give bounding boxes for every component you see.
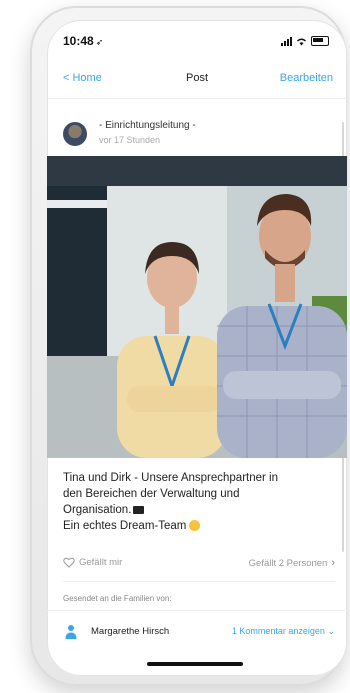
edit-button[interactable]: Bearbeiten	[280, 72, 333, 84]
like-button[interactable]: Gefällt mir	[63, 557, 122, 568]
app-stage: 10:48 ➶ < Home Post Bearbeiten - Einricht…	[0, 0, 350, 693]
computer-emoji-icon	[133, 506, 145, 514]
post-timestamp: vor 17 Stunden	[99, 135, 161, 145]
nav-divider	[47, 98, 347, 99]
likes-count-label: Gefällt 2 Personen	[248, 557, 328, 569]
heart-icon	[63, 557, 75, 568]
recipients-heading: Gesendet an die Familien von:	[63, 594, 172, 603]
like-label: Gefällt mir	[79, 557, 123, 568]
actions-divider	[63, 581, 335, 582]
status-icons	[281, 36, 329, 46]
chevron-down-icon: ⌄	[327, 626, 335, 636]
home-indicator[interactable]	[147, 662, 243, 666]
caption-line-4: Ein echtes Dream-Team	[63, 520, 187, 532]
post-actions: Gefällt mir Gefällt 2 Personen ›	[63, 555, 335, 573]
recipients-divider	[47, 610, 347, 611]
post-photo[interactable]	[47, 156, 347, 458]
chevron-right-icon: ›	[331, 557, 335, 569]
status-time: 10:48 ➶	[63, 34, 103, 48]
team-photo-image	[47, 156, 347, 458]
smiley-emoji-icon	[189, 520, 201, 531]
battery-icon	[311, 36, 329, 46]
show-comments-label: 1 Kommentar anzeigen	[231, 626, 325, 636]
post-author: - Einrichtungsleitung - vor 17 Stunden	[61, 118, 341, 154]
status-time-text: 10:48	[63, 34, 94, 48]
person-icon	[65, 625, 77, 639]
caption-line-1: Tina und Dirk - Unsere Ansprechpartner i…	[63, 472, 278, 484]
recipient-row: Margarethe Hirsch 1 Kommentar anzeigen ⌄	[63, 622, 343, 642]
author-name: - Einrichtungsleitung -	[99, 120, 196, 131]
avatar[interactable]	[63, 122, 87, 146]
post-caption: Tina und Dirk - Unsere Ansprechpartner i…	[63, 470, 335, 534]
status-bar: 10:48 ➶	[47, 20, 347, 66]
caption-line-2: den Bereichen der Verwaltung und	[63, 488, 240, 500]
family-name: Margarethe Hirsch	[91, 626, 170, 637]
wifi-icon	[297, 38, 306, 45]
likes-count-link[interactable]: Gefällt 2 Personen ›	[249, 557, 335, 569]
phone-screen: 10:48 ➶ < Home Post Bearbeiten - Einricht…	[47, 20, 347, 676]
signal-icon	[281, 36, 292, 46]
location-arrow-icon: ➶	[95, 37, 104, 47]
nav-bar: < Home Post Bearbeiten	[47, 68, 347, 90]
show-comments-link[interactable]: 1 Kommentar anzeigen ⌄	[232, 626, 335, 637]
caption-line-3: Organisation.	[63, 504, 132, 516]
